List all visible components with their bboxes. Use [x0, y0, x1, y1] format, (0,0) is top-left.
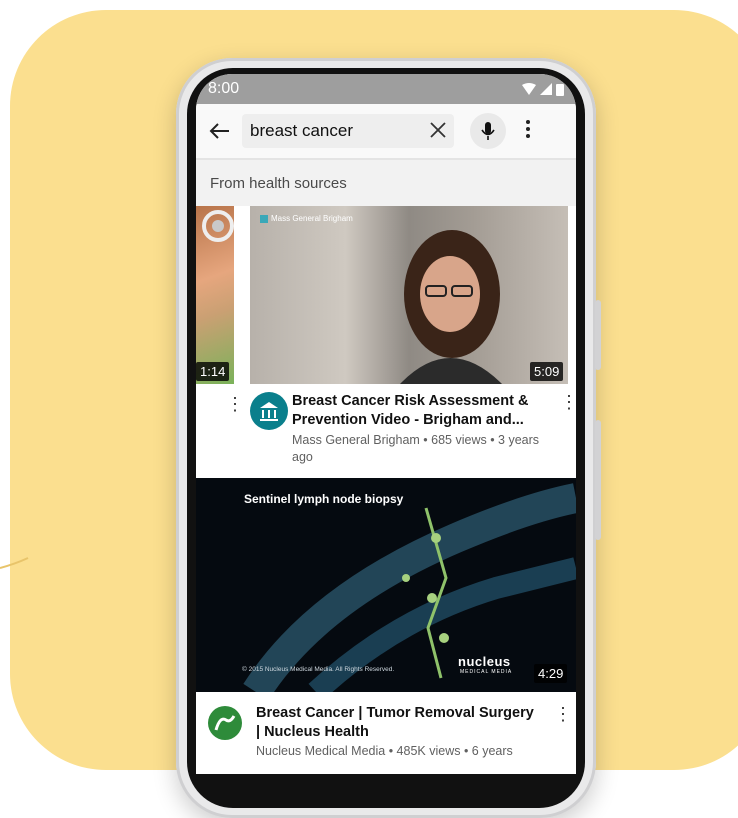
anatomy-image — [243, 483, 576, 692]
decorative-swoosh — [0, 557, 29, 569]
microphone-icon[interactable] — [470, 113, 506, 149]
signal-icon — [540, 83, 552, 95]
video-row-2: Breast Cancer | Tumor Removal Surgery | … — [196, 692, 576, 762]
wifi-icon — [522, 83, 536, 95]
copyright-text: © 2015 Nucleus Medical Media. All Rights… — [242, 666, 395, 673]
overlay-logo: Mass General Brigham — [260, 214, 353, 223]
video-thumbnail-2[interactable]: Sentinel lymph node biopsy © 2015 Nucleu… — [196, 478, 576, 692]
video-title-2[interactable]: Breast Cancer | Tumor Removal Surgery | … — [256, 704, 536, 742]
duration-badge: 4:29 — [534, 664, 568, 683]
channel-avatar-2[interactable] — [208, 706, 242, 740]
status-bar: 8:00 — [196, 74, 576, 104]
nucleus-logo-sub: MEDICAL MEDIA — [460, 669, 513, 675]
phone-screen: 8:00 breast cancer From health sources 1… — [196, 74, 576, 774]
status-time: 8:00 — [208, 80, 240, 97]
more-vert-icon[interactable] — [526, 118, 530, 144]
search-toolbar: breast cancer — [196, 104, 576, 158]
search-input[interactable]: breast cancer — [242, 114, 454, 148]
back-arrow-icon[interactable] — [196, 122, 242, 140]
search-query: breast cancer — [250, 121, 353, 140]
duration-badge: 5:09 — [530, 362, 564, 381]
more-vert-icon[interactable]: ⋮ — [226, 394, 244, 415]
video-meta-2: Nucleus Medical Media • 485K views • 6 y… — [256, 744, 513, 758]
more-vert-icon[interactable]: ⋮ — [554, 704, 572, 725]
speaker-image — [400, 230, 502, 384]
overlay-title: Sentinel lymph node biopsy — [244, 492, 404, 506]
section-header: From health sources — [196, 158, 576, 206]
mgb-icon — [260, 214, 268, 223]
volume-button — [595, 420, 601, 540]
nucleus-logo: nucleus — [458, 654, 511, 669]
video-title[interactable]: Breast Cancer Risk Assessment & Preventi… — [292, 392, 548, 430]
health-carousel: 1:14 ⋮ Mass General Brigham 5:09 Breast … — [196, 206, 576, 478]
battery-icon — [556, 83, 564, 96]
video-thumbnail-left[interactable] — [196, 206, 234, 384]
channel-avatar[interactable] — [250, 392, 288, 430]
power-button — [595, 300, 601, 370]
clear-icon[interactable] — [430, 118, 446, 144]
video-thumbnail-main[interactable]: Mass General Brigham 5:09 — [250, 206, 568, 384]
video-meta: Mass General Brigham • 685 views • 3 yea… — [292, 433, 540, 464]
more-vert-icon[interactable]: ⋮ — [560, 392, 576, 413]
duration-badge: 1:14 — [196, 362, 230, 381]
cell-illustration — [202, 210, 234, 242]
building-icon — [260, 402, 278, 421]
